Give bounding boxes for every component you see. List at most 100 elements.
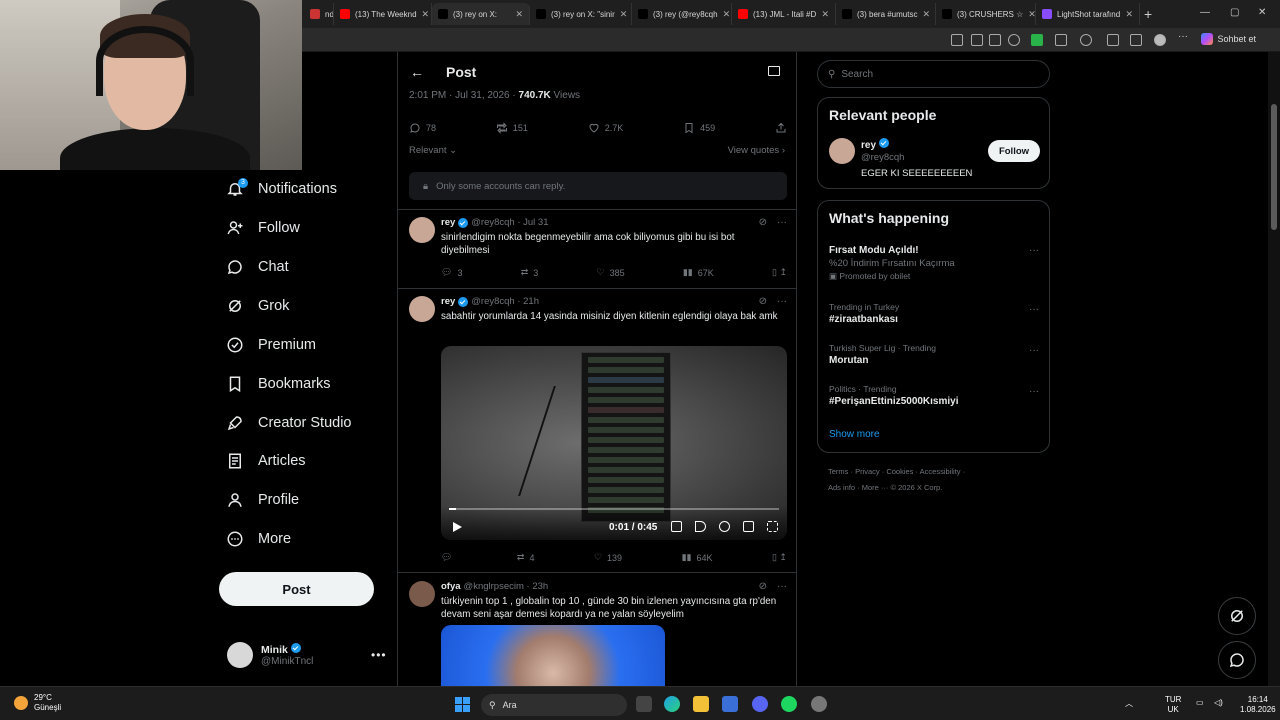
spotify-icon[interactable] <box>781 696 797 712</box>
repost-button[interactable]: 151 <box>496 122 528 134</box>
like-button[interactable]: ♡ 139 <box>594 552 622 563</box>
repost-button[interactable]: ⇄ 4 <box>517 552 535 563</box>
tray-chevron-icon[interactable]: ︿ <box>1125 699 1133 709</box>
tab-close-icon[interactable]: ✕ <box>515 9 523 20</box>
reply-button[interactable]: 78 <box>409 122 436 134</box>
tweet-more-icon[interactable]: ··· <box>777 581 787 592</box>
collections-icon[interactable] <box>1130 34 1142 46</box>
profile-avatar[interactable] <box>1154 34 1166 46</box>
reply-button[interactable]: 💬︎ 3 <box>441 267 462 278</box>
trend-item[interactable]: Turkish Super Lig · Trending Morutan ··· <box>829 343 1039 366</box>
view-quotes-link[interactable]: View quotes › <box>728 145 785 156</box>
volume-icon[interactable] <box>695 521 706 532</box>
trend-item[interactable]: Politics · Trending #PerişanEttiniz5000K… <box>829 384 1039 407</box>
sidebar-item-bookmarks[interactable]: Bookmarks <box>226 372 331 396</box>
volume-icon[interactable]: ◁) <box>1214 698 1223 708</box>
sidebar-item-follow[interactable]: Follow <box>226 216 300 240</box>
bookmark-button[interactable]: 459 <box>683 122 715 134</box>
like-button[interactable]: 2.7K <box>588 122 623 134</box>
browser-tab[interactable]: (13) The Weeknd ✕ <box>334 3 432 25</box>
sidebar-item-creator-studio[interactable]: Creator Studio <box>226 411 352 435</box>
browser-tab[interactable]: (3) CRUSHERS ☆ ✕ <box>936 3 1036 25</box>
maximize-button[interactable]: ▢ <box>1230 7 1239 18</box>
avatar[interactable] <box>409 217 435 243</box>
share-button[interactable] <box>775 122 787 134</box>
post-button[interactable]: Post <box>219 572 374 606</box>
promoted-trend[interactable]: Fırsat Modu Açıldı! %20 İndirim Fırsatın… <box>829 243 1039 282</box>
pip-icon[interactable] <box>743 521 754 532</box>
tweet-more-icon[interactable]: ··· <box>777 296 787 307</box>
reply-button[interactable]: 💬︎ <box>441 552 457 563</box>
page-scrollbar[interactable] <box>1268 52 1280 686</box>
back-arrow-icon[interactable]: ← <box>410 64 424 80</box>
trend-more-icon[interactable]: ··· <box>1029 304 1039 315</box>
trend-more-icon[interactable]: ··· <box>1029 245 1039 256</box>
discord-icon[interactable] <box>752 696 768 712</box>
extension-icon[interactable] <box>1031 34 1043 46</box>
sidebar-item-profile[interactable]: Profile <box>226 488 299 512</box>
new-tab-button[interactable]: + <box>1144 6 1152 22</box>
author-name[interactable]: rey <box>441 296 455 307</box>
grok-icon[interactable]: ⊘ <box>759 581 767 592</box>
search-input[interactable]: ⚲ Search <box>817 60 1050 88</box>
footer-links[interactable]: Terms · Privacy · Cookies · Accessibilit… <box>828 467 965 476</box>
tab-close-icon[interactable]: ✕ <box>1125 9 1133 20</box>
file-explorer-icon[interactable] <box>693 696 709 712</box>
trend-item[interactable]: Trending in Turkey #ziraatbankası ··· <box>829 302 1039 325</box>
avatar[interactable] <box>409 296 435 322</box>
sidebar-item-grok[interactable]: Grok <box>226 294 289 318</box>
browser-tab[interactable]: nd✕ <box>304 3 334 25</box>
bookmark-button[interactable]: ▯ ↥ <box>772 267 787 278</box>
minimize-button[interactable]: — <box>1200 7 1210 18</box>
sidebar-item-premium[interactable]: Premium <box>226 333 316 357</box>
weather-widget[interactable]: 29°C Güneşli <box>14 693 61 713</box>
grok-icon[interactable]: ⊘ <box>759 217 767 228</box>
trend-more-icon[interactable]: ··· <box>1029 345 1039 356</box>
sidebar-item-more[interactable]: More <box>226 527 291 551</box>
account-more-icon[interactable]: ••• <box>371 648 387 662</box>
menu-icon[interactable]: ··· <box>1178 31 1190 43</box>
author-name[interactable]: rey <box>441 217 455 228</box>
close-window-button[interactable]: ✕ <box>1258 7 1266 18</box>
tab-close-icon[interactable]: ✕ <box>922 9 930 20</box>
grok-icon[interactable]: ⊘ <box>759 296 767 307</box>
follow-button[interactable]: Follow <box>988 140 1040 162</box>
extension-icon[interactable] <box>1055 34 1067 46</box>
network-icon[interactable]: ▭ <box>1196 698 1204 708</box>
settings-icon[interactable] <box>719 521 730 532</box>
browser-tab[interactable]: (3) rey on X: ✕ <box>432 3 530 25</box>
video-progress-bar[interactable] <box>449 508 779 510</box>
person-info[interactable]: rey @rey8cqh EGER KI SEEEEEEEEEN <box>861 138 972 179</box>
tab-close-icon[interactable]: ✕ <box>821 9 829 20</box>
avatar[interactable] <box>409 581 435 607</box>
avatar[interactable] <box>829 138 855 164</box>
performance-icon[interactable] <box>1107 34 1119 46</box>
browser-tab[interactable]: (13) JML - Itali #D ✕ <box>732 3 836 25</box>
browser-tab[interactable]: (3) bera #umutsc ✕ <box>836 3 936 25</box>
taskbar-search[interactable]: ⚲ Ara <box>481 694 627 716</box>
show-more-link[interactable]: Show more <box>829 429 880 440</box>
split-screen-icon[interactable] <box>951 34 963 46</box>
edge-icon[interactable] <box>664 696 680 712</box>
browser-tab[interactable]: LightShot tarafınd ✕ <box>1036 3 1140 25</box>
sort-dropdown[interactable]: Relevant ⌄ <box>409 145 457 156</box>
browser-tab[interactable]: (3) rey on X: "sinir ✕ <box>530 3 632 25</box>
start-button[interactable] <box>455 697 470 712</box>
reader-mode-icon[interactable] <box>768 66 780 76</box>
chat-fab[interactable] <box>1218 641 1256 679</box>
account-switcher[interactable]: Minik @MinikTncl <box>227 642 313 668</box>
author-name[interactable]: ofya <box>441 581 461 592</box>
reader-icon[interactable] <box>989 34 1001 46</box>
grok-fab[interactable] <box>1218 597 1256 635</box>
sidebar-item-articles[interactable]: Articles <box>226 449 306 473</box>
tweet-more-icon[interactable]: ··· <box>777 217 787 228</box>
repost-button[interactable]: ⇄ 3 <box>521 267 539 278</box>
like-button[interactable]: ♡ 385 <box>596 267 624 278</box>
clock[interactable]: 16:14 1.08.2026 <box>1240 695 1276 715</box>
app-icon[interactable] <box>811 696 827 712</box>
views-button[interactable]: ▮▮ 64K <box>682 552 713 563</box>
play-icon[interactable] <box>453 522 462 532</box>
browser-tab[interactable]: (3) rey (@rey8cqh ✕ <box>632 3 732 25</box>
tab-close-icon[interactable]: ✕ <box>723 9 731 20</box>
task-view-icon[interactable] <box>636 696 652 712</box>
